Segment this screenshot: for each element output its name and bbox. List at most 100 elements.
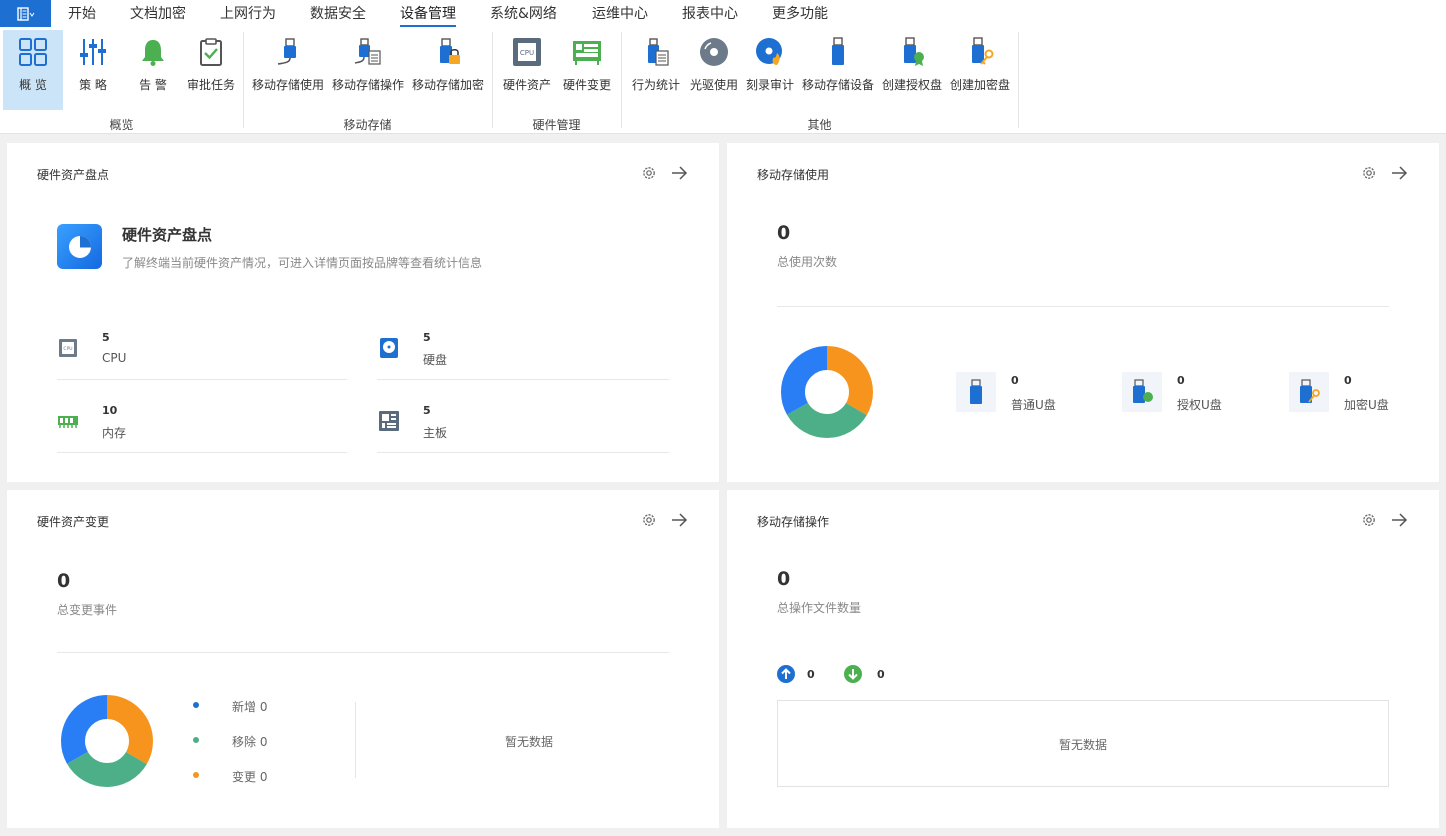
authorized-usb-label: 授权U盘 <box>1177 398 1222 412</box>
ribbon-storage-usage-label: 移动存储使用 <box>251 78 324 92</box>
hardware-inventory-card: 硬件资产盘点 硬件资产盘点 了解终端当前硬件资产情况，可进入详情页面按品牌等查看… <box>7 143 719 482</box>
ribbon-hardware-change-button[interactable]: 硬件变更 <box>560 30 614 110</box>
legend-dot-added <box>193 702 199 708</box>
disc-burn-icon <box>752 34 788 70</box>
gear-icon[interactable] <box>1361 165 1377 181</box>
ribbon-storage-encrypt-button[interactable]: 移动存储加密 <box>410 30 486 110</box>
ops-table-empty: 暂无数据 <box>777 700 1389 787</box>
svg-text:CPU: CPU <box>520 49 534 57</box>
ribbon-overview-label: 概 览 <box>19 78 47 92</box>
gear-icon[interactable] <box>641 512 657 528</box>
encrypted-usb-icon <box>1289 372 1329 412</box>
card-title: 移动存储操作 <box>757 515 830 529</box>
usb-drive-icon <box>956 372 996 412</box>
svg-text:CPU: CPU <box>63 346 72 352</box>
cpu-count: 5 <box>102 331 110 344</box>
menu-more-features[interactable]: 更多功能 <box>772 0 828 28</box>
ribbon-group-other: 其他 <box>807 118 832 132</box>
menu-device-management[interactable]: 设备管理 <box>400 0 456 28</box>
memory-count: 10 <box>102 404 118 417</box>
menu-web-behavior[interactable]: 上网行为 <box>220 0 276 28</box>
sliders-icon <box>75 34 111 70</box>
usb-authorized-icon <box>894 34 930 70</box>
app-menu-button[interactable] <box>0 0 51 27</box>
ribbon-behavior-stats-button[interactable]: 行为统计 <box>629 30 683 110</box>
ribbon-alert-label: 告 警 <box>139 78 167 92</box>
gear-icon[interactable] <box>1361 512 1377 528</box>
ribbon-separator <box>492 32 493 128</box>
divider <box>777 306 1389 307</box>
divider <box>57 652 669 653</box>
ribbon-hardware-assets-button[interactable]: CPU 硬件资产 <box>500 30 554 110</box>
divider <box>57 379 347 380</box>
ribbon-burn-audit-label: 刻录审计 <box>745 78 794 92</box>
download-count: 0 <box>877 668 885 681</box>
menu-doc-encrypt[interactable]: 文档加密 <box>130 0 186 28</box>
card-title: 硬件资产变更 <box>37 515 110 529</box>
usage-donut-chart <box>781 346 873 438</box>
optical-disc-icon <box>696 34 732 70</box>
total-change-label: 总变更事件 <box>57 603 118 617</box>
usb-report-icon <box>638 34 674 70</box>
divider <box>57 452 347 453</box>
ribbon-create-encrypt-disk-button[interactable]: 创建加密盘 <box>948 30 1012 110</box>
usb-lock-icon <box>430 34 466 70</box>
ribbon-create-auth-disk-label: 创建授权盘 <box>881 78 942 92</box>
legend-dot-changed <box>193 772 199 778</box>
ribbon-storage-encrypt-label: 移动存储加密 <box>411 78 484 92</box>
grid-icon <box>15 34 51 70</box>
ribbon-toolbar: 概 览 策 略 告 警 审批任务 移动存储使用 移动存储操作 移动存储加密 CP… <box>0 28 1446 134</box>
cpu-chip-icon: CPU <box>509 34 545 70</box>
download-arrow-icon <box>844 665 862 683</box>
memory-label: 内存 <box>102 426 127 440</box>
encrypted-usb-count: 0 <box>1344 374 1352 387</box>
ribbon-optical-usage-button[interactable]: 光驱使用 <box>688 30 740 110</box>
menu-start[interactable]: 开始 <box>68 0 96 28</box>
storage-usage-card: 移动存储使用 0 总使用次数 0 普通U盘 0 授权U盘 0 加密U盘 <box>727 143 1439 482</box>
ribbon-policy-label: 策 略 <box>79 78 107 92</box>
card-title: 移动存储使用 <box>757 168 830 182</box>
ribbon-create-auth-disk-button[interactable]: 创建授权盘 <box>880 30 944 110</box>
arrow-right-icon[interactable] <box>1390 165 1408 181</box>
no-data-text: 暂无数据 <box>1059 738 1108 752</box>
ribbon-approval-label: 审批任务 <box>186 78 235 92</box>
gear-icon[interactable] <box>641 165 657 181</box>
hardware-change-card: 硬件资产变更 0 总变更事件 新增 0 移除 0 变更 0 暂无数据 <box>7 490 719 828</box>
usb-plug-icon <box>270 34 306 70</box>
ribbon-group-overview: 概览 <box>109 118 134 132</box>
usb-file-icon <box>350 34 386 70</box>
menu-report-center[interactable]: 报表中心 <box>682 0 738 28</box>
menu-data-security[interactable]: 数据安全 <box>310 0 366 28</box>
menu-system-network[interactable]: 系统&网络 <box>490 0 557 28</box>
ribbon-create-encrypt-disk-label: 创建加密盘 <box>949 78 1010 92</box>
legend-dot-removed <box>193 737 199 743</box>
disk-count: 5 <box>423 331 431 344</box>
bell-icon <box>135 34 171 70</box>
authorized-usb-icon <box>1122 372 1162 412</box>
ribbon-storage-usage-button[interactable]: 移动存储使用 <box>250 30 326 110</box>
arrow-right-icon[interactable] <box>670 512 688 528</box>
ribbon-policy-button[interactable]: 策 略 <box>68 30 118 110</box>
card-title: 硬件资产盘点 <box>37 168 110 182</box>
ribbon-group-storage: 移动存储 <box>343 118 392 132</box>
arrow-right-icon[interactable] <box>1390 512 1408 528</box>
ribbon-alert-button[interactable]: 告 警 <box>128 30 178 110</box>
divider <box>377 379 669 380</box>
ribbon-approval-button[interactable]: 审批任务 <box>184 30 238 110</box>
cpu-icon: CPU <box>59 339 77 357</box>
divider <box>377 452 669 453</box>
app-menu-icon <box>16 6 34 21</box>
cpu-label: CPU <box>102 351 127 365</box>
intro-title: 硬件资产盘点 <box>122 226 213 244</box>
ribbon-overview-button[interactable]: 概 览 <box>3 30 63 110</box>
storage-ops-card: 移动存储操作 0 总操作文件数量 0 0 暂无数据 <box>727 490 1439 828</box>
motherboard-count: 5 <box>423 404 431 417</box>
arrow-right-icon[interactable] <box>670 165 688 181</box>
ribbon-storage-device-button[interactable]: 移动存储设备 <box>800 30 876 110</box>
ribbon-burn-audit-button[interactable]: 刻录审计 <box>744 30 796 110</box>
pie-chart-icon <box>57 224 102 269</box>
ribbon-storage-ops-button[interactable]: 移动存储操作 <box>330 30 406 110</box>
menu-ops-center[interactable]: 运维中心 <box>592 0 648 28</box>
authorized-usb-count: 0 <box>1177 374 1185 387</box>
motherboard-icon <box>379 411 399 431</box>
